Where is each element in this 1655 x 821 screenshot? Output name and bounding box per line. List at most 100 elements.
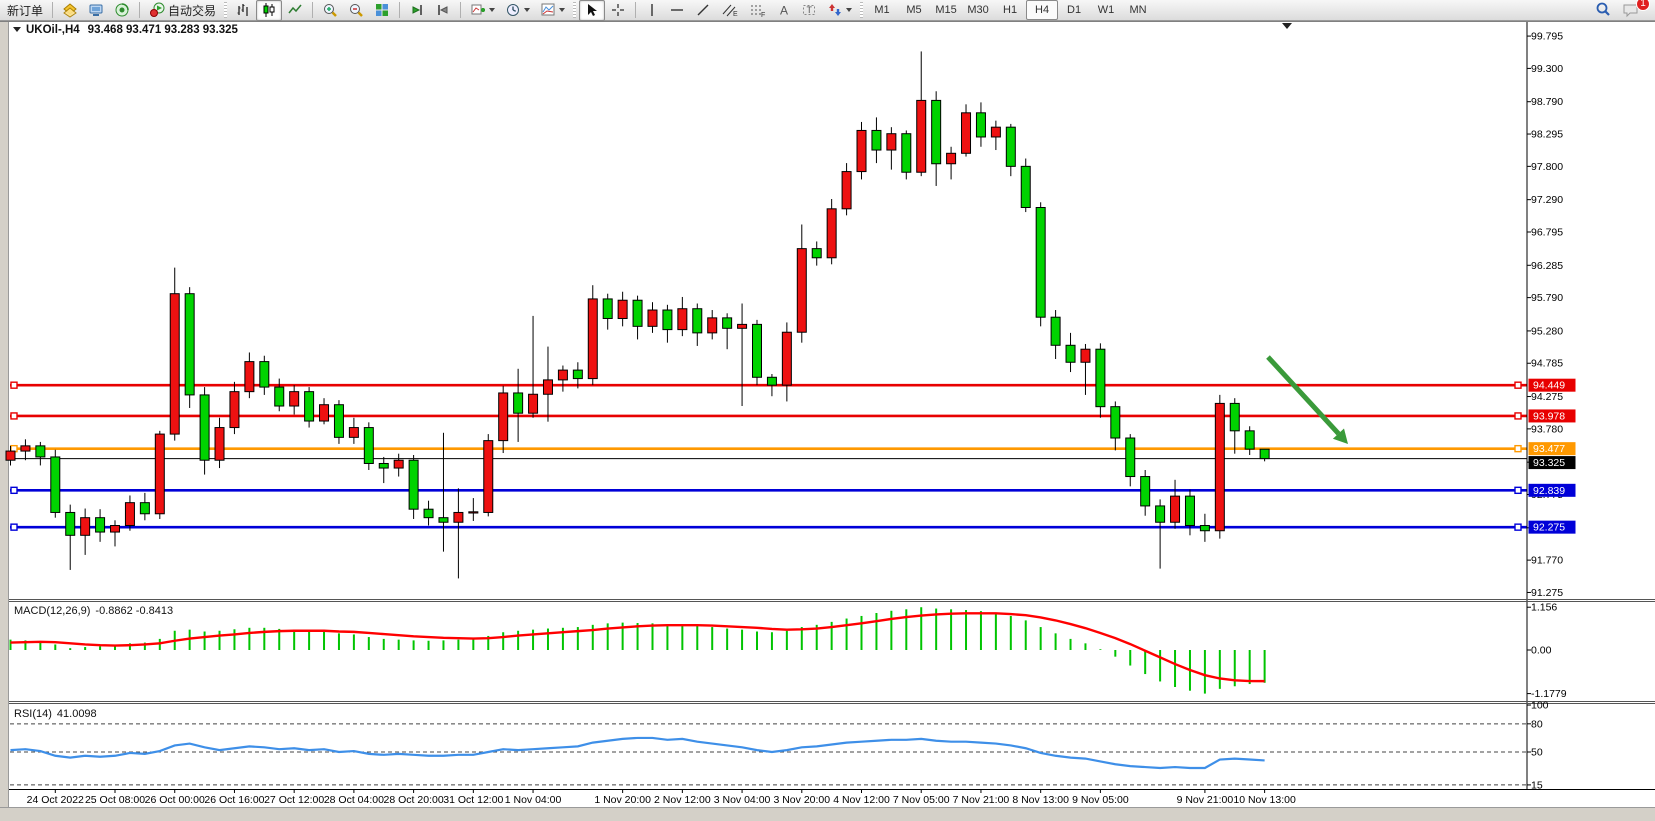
separator [399, 2, 400, 18]
horizontal-line-button[interactable] [664, 0, 690, 21]
chevron-down-icon [489, 8, 495, 12]
svg-text:98.790: 98.790 [1531, 96, 1563, 108]
trendline-button[interactable] [690, 0, 716, 21]
timeframe-M30[interactable]: M30 [962, 0, 994, 20]
price-axis[interactable]: 99.79599.30098.79098.29597.80097.29096.7… [1527, 22, 1655, 789]
timeframe-W1[interactable]: W1 [1090, 0, 1122, 20]
autoscroll-icon [409, 2, 425, 18]
svg-text:7 Nov 21:00: 7 Nov 21:00 [953, 794, 1010, 806]
arrows-button[interactable] [822, 0, 857, 21]
chart-canvas[interactable]: 99.79599.30098.79098.29597.80097.29096.7… [0, 21, 1655, 821]
svg-text:94.275: 94.275 [1531, 391, 1563, 403]
timeframe-MN[interactable]: MN [1122, 0, 1154, 20]
svg-text:9 Nov 21:00: 9 Nov 21:00 [1177, 794, 1234, 806]
svg-text:97.290: 97.290 [1531, 194, 1563, 206]
zoom-out-button[interactable] [343, 0, 369, 21]
timeframe-M1[interactable]: M1 [866, 0, 898, 20]
svg-text:7 Nov 05:00: 7 Nov 05:00 [893, 794, 950, 806]
svg-text:F: F [761, 12, 765, 18]
layers-button[interactable] [57, 0, 83, 21]
indicators-icon [470, 2, 486, 18]
terminal-button[interactable] [83, 0, 109, 21]
timeframe-H4[interactable]: H4 [1026, 0, 1058, 20]
chevron-down-icon [524, 8, 530, 12]
chart-shift-button[interactable] [430, 0, 456, 21]
separator [635, 2, 636, 18]
fibonacci-icon: F [749, 2, 767, 18]
text-button[interactable]: A [772, 0, 796, 21]
svg-text:3 Nov 04:00: 3 Nov 04:00 [714, 794, 771, 806]
rsi-value: 41.0098 [57, 708, 97, 720]
svg-text:93.978: 93.978 [1533, 410, 1565, 422]
macd-name: MACD(12,26,9) [14, 605, 90, 617]
bottom-frame-strip [0, 807, 1655, 821]
line-chart-button[interactable] [282, 0, 308, 21]
svg-text:95.280: 95.280 [1531, 325, 1563, 337]
separator [312, 2, 313, 18]
toolbar: 新订单 自动交易 [0, 0, 1655, 21]
periods-button[interactable] [500, 0, 535, 21]
timeframe-D1[interactable]: D1 [1058, 0, 1090, 20]
svg-text:97.800: 97.800 [1531, 161, 1563, 173]
timeframe-M5[interactable]: M5 [898, 0, 930, 20]
svg-text:26 Oct 16:00: 26 Oct 16:00 [204, 794, 264, 806]
autoscroll-button[interactable] [404, 0, 430, 21]
ohlc-values: 93.468 93.471 93.283 93.325 [88, 24, 239, 36]
chart-title: UKOil-,H4 93.468 93.471 93.283 93.325 [26, 24, 239, 36]
autotrading-button[interactable]: 自动交易 [144, 0, 221, 21]
cursor-button[interactable] [579, 0, 605, 21]
new-order-button[interactable]: 新订单 [2, 0, 48, 21]
label-button[interactable]: T [796, 0, 822, 21]
bar-chart-button[interactable] [230, 0, 256, 21]
channel-button[interactable]: E [716, 0, 744, 21]
rsi-name: RSI(14) [14, 708, 52, 720]
tile-windows-button[interactable] [369, 0, 395, 21]
chevron-down-icon [846, 8, 852, 12]
svg-text:96.285: 96.285 [1531, 260, 1563, 272]
chat-button[interactable]: 1 [1617, 0, 1645, 21]
search-button[interactable] [1589, 0, 1617, 21]
zoom-out-icon [348, 2, 364, 18]
svg-text:A: A [780, 4, 788, 18]
svg-text:93.477: 93.477 [1533, 443, 1565, 455]
trendline-icon [695, 2, 711, 18]
navigator-button[interactable] [109, 0, 135, 21]
toolbar-grip [860, 2, 863, 18]
autotrading-icon [149, 2, 165, 18]
timeframe-M15[interactable]: M15 [930, 0, 962, 20]
svg-text:31 Oct 12:00: 31 Oct 12:00 [443, 794, 503, 806]
channel-icon: E [721, 2, 739, 18]
chevron-down-icon [559, 8, 565, 12]
separator [139, 2, 140, 18]
timeframe-H1[interactable]: H1 [994, 0, 1026, 20]
svg-text:-1.1779: -1.1779 [1531, 688, 1567, 700]
line-chart-icon [287, 2, 303, 18]
svg-text:8 Nov 13:00: 8 Nov 13:00 [1012, 794, 1069, 806]
label-icon: T [801, 2, 817, 18]
bar-chart-icon [235, 2, 251, 18]
fibonacci-button[interactable]: F [744, 0, 772, 21]
periods-icon [505, 2, 521, 18]
svg-text:3 Nov 20:00: 3 Nov 20:00 [773, 794, 830, 806]
candlestick-icon [261, 2, 277, 18]
zoom-in-button[interactable] [317, 0, 343, 21]
svg-text:1.156: 1.156 [1531, 602, 1557, 614]
svg-text:T: T [807, 5, 813, 15]
indicators-button[interactable] [465, 0, 500, 21]
svg-text:92.839: 92.839 [1533, 485, 1565, 497]
svg-text:E: E [733, 11, 738, 18]
navigator-icon [114, 2, 130, 18]
vertical-line-button[interactable] [640, 0, 664, 21]
candlestick-button[interactable] [256, 0, 282, 21]
svg-text:91.770: 91.770 [1531, 555, 1563, 567]
crosshair-icon [610, 2, 626, 18]
svg-text:9 Nov 05:00: 9 Nov 05:00 [1072, 794, 1129, 806]
crosshair-button[interactable] [605, 0, 631, 21]
svg-text:28 Oct 20:00: 28 Oct 20:00 [384, 794, 444, 806]
zoom-in-icon [322, 2, 338, 18]
tile-windows-icon [374, 2, 390, 18]
chart-window[interactable]: 99.79599.30098.79098.29597.80097.29096.7… [0, 21, 1655, 821]
toolbar-grip [224, 2, 227, 18]
symbol-period: UKOil-,H4 [26, 24, 80, 36]
template-button[interactable] [535, 0, 570, 21]
